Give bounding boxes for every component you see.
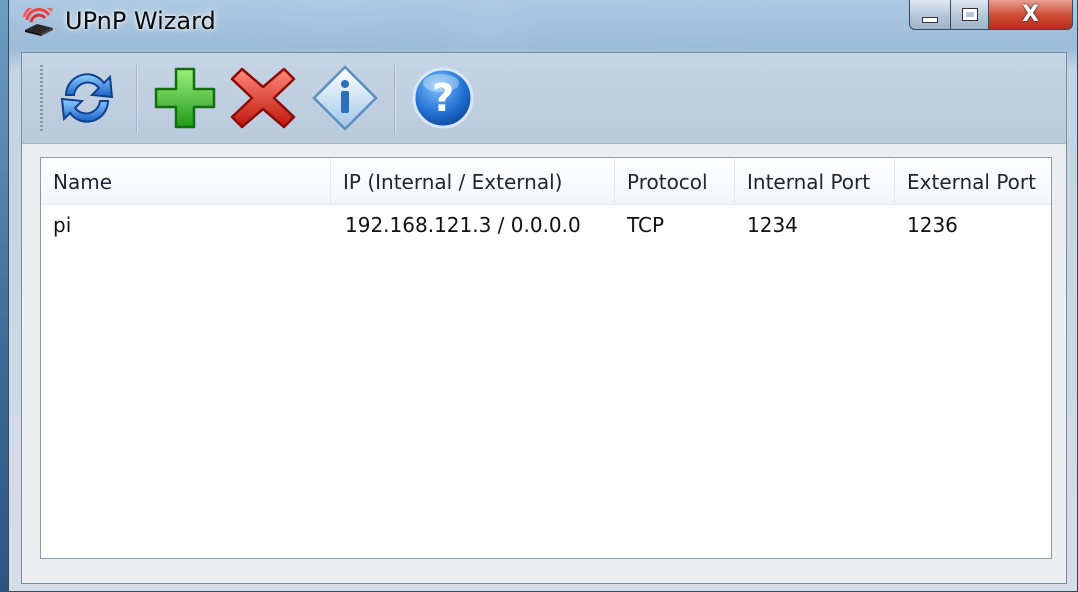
toolbar-separator xyxy=(394,65,396,133)
window-title: UPnP Wizard xyxy=(65,7,216,35)
refresh-arrows-icon xyxy=(60,73,114,123)
title-bar[interactable]: UPnP Wizard X xyxy=(9,0,1077,44)
port-mapping-list[interactable]: Name IP (Internal / External) Protocol I… xyxy=(40,157,1052,559)
toolbar-grip[interactable] xyxy=(40,65,43,133)
minimize-icon xyxy=(922,16,938,23)
list-header: Name IP (Internal / External) Protocol I… xyxy=(41,158,1051,205)
app-router-icon xyxy=(21,3,55,36)
refresh-button[interactable] xyxy=(52,63,122,133)
table-row[interactable]: pi 192.168.121.3 / 0.0.0.0 TCP 1234 1236 xyxy=(41,205,1051,245)
cell-external-port: 1236 xyxy=(907,213,958,237)
cell-protocol: TCP xyxy=(627,213,665,237)
column-header-ip[interactable]: IP (Internal / External) xyxy=(331,158,615,204)
maximize-button[interactable] xyxy=(951,0,989,30)
green-plus-icon xyxy=(154,67,216,129)
close-icon: X xyxy=(1022,2,1039,27)
help-button[interactable]: ? xyxy=(408,63,478,133)
toolbar: ? xyxy=(22,53,1066,144)
delete-button[interactable] xyxy=(228,63,298,133)
cell-internal-port: 1234 xyxy=(747,213,798,237)
blue-question-icon: ? xyxy=(412,67,474,129)
add-button[interactable] xyxy=(150,63,220,133)
red-x-icon xyxy=(230,67,296,129)
upnp-wizard-window: UPnP Wizard X ? Name IP (Internal / Exte… xyxy=(8,0,1078,592)
client-area: ? Name IP (Internal / External) Protocol… xyxy=(21,52,1067,584)
minimize-button[interactable] xyxy=(909,0,951,30)
maximize-icon xyxy=(961,8,978,21)
close-button[interactable]: X xyxy=(989,0,1073,30)
cell-ip: 192.168.121.3 / 0.0.0.0 xyxy=(345,213,581,237)
svg-text:?: ? xyxy=(432,76,454,120)
toolbar-separator xyxy=(136,65,138,133)
column-header-name[interactable]: Name xyxy=(41,158,331,204)
column-header-protocol[interactable]: Protocol xyxy=(615,158,735,204)
column-header-external-port[interactable]: External Port xyxy=(895,158,1051,204)
column-header-internal-port[interactable]: Internal Port xyxy=(735,158,895,204)
cell-name: pi xyxy=(53,213,72,237)
info-diamond-icon xyxy=(312,65,378,131)
info-button[interactable] xyxy=(310,63,380,133)
